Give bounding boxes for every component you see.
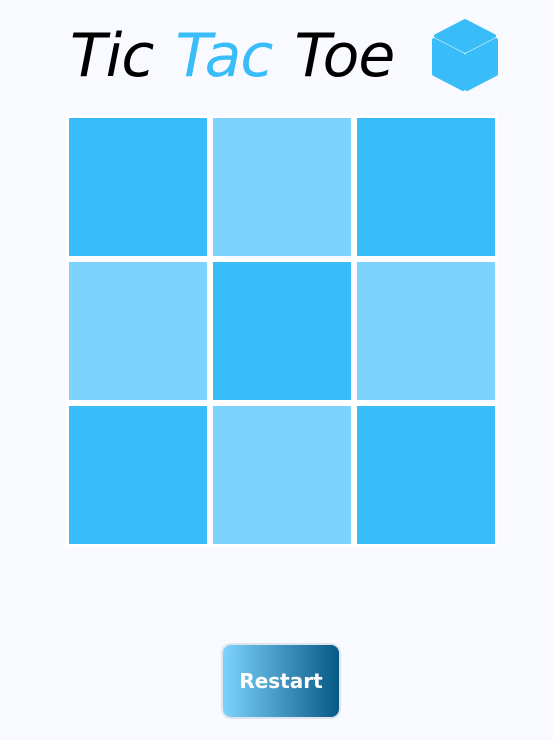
board-cell[interactable] [69,262,207,400]
board-cell[interactable] [213,406,351,544]
board-cell[interactable] [69,406,207,544]
cube-icon [432,19,498,91]
title-word-tac: Tac [175,21,273,91]
board-cell[interactable] [213,262,351,400]
board-cell[interactable] [357,406,495,544]
board-cell[interactable] [357,118,495,256]
page-title: Tic Tac Toe [70,14,395,98]
board-cell[interactable] [213,118,351,256]
board-cell[interactable] [69,118,207,256]
restart-button[interactable]: Restart [221,643,341,719]
game-board [66,115,498,547]
board-cell[interactable] [357,262,495,400]
title-word-toe: Toe [294,21,395,91]
title-word-tic: Tic [70,21,154,91]
